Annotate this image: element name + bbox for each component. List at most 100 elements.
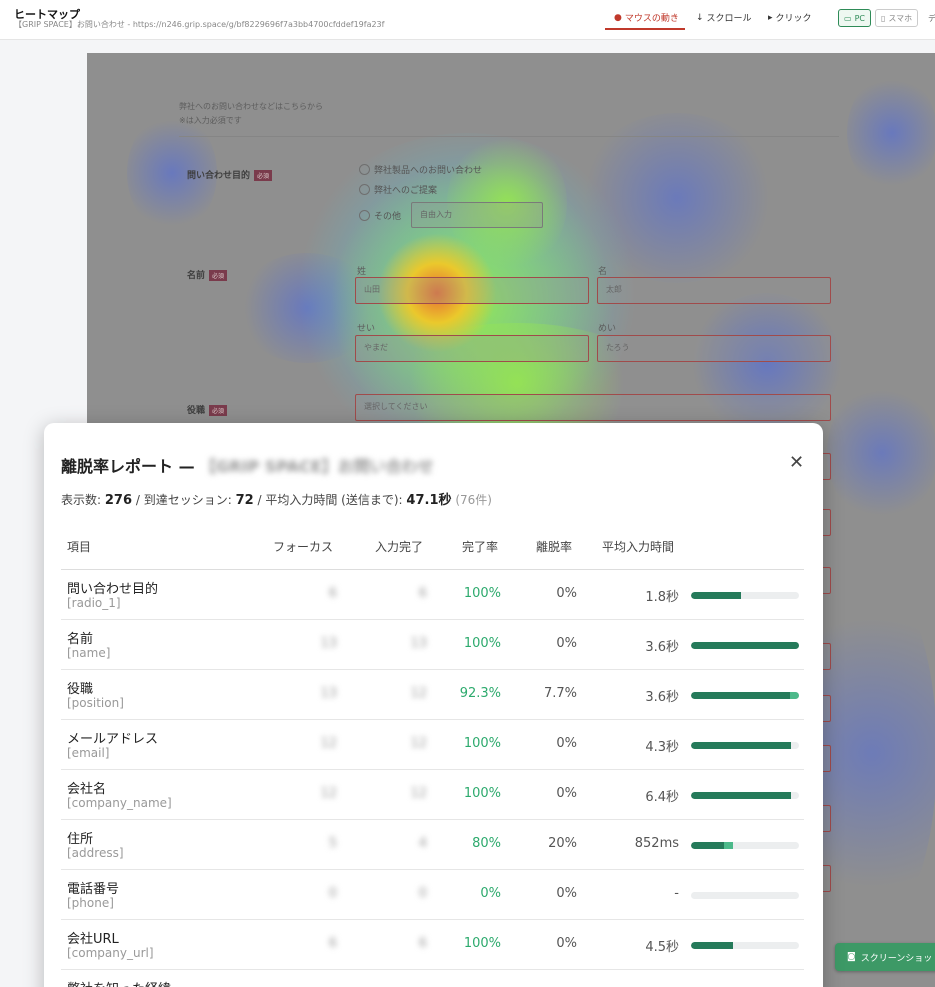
radio-other[interactable]: その他 (359, 209, 401, 222)
focus-count: 12 (320, 786, 337, 801)
position-label: 役職 必須 (187, 403, 228, 416)
time-bar-fill (691, 842, 725, 849)
avg-time: - (674, 886, 679, 901)
completion-rate: 80% (472, 836, 501, 851)
overflow-label: デ (928, 14, 935, 23)
phone-icon: ▯ (881, 13, 886, 23)
tab-mouse-movement[interactable]: ● マウスの動き (614, 11, 679, 25)
close-icon[interactable]: ✕ (789, 454, 804, 472)
divider (179, 136, 839, 137)
time-bar (691, 742, 799, 749)
field-key: [name] (67, 646, 111, 660)
avg-time: 3.6秒 (645, 690, 679, 705)
done-count: 0 (418, 886, 427, 901)
col-item: 項目 (67, 540, 92, 554)
field-name: 会社URL (67, 932, 119, 947)
form-required-note: ※は入力必須です (179, 116, 242, 125)
q-purpose-label: 問い合わせ目的 必須 (187, 168, 273, 181)
field-name: メールアドレス (67, 732, 159, 747)
radio-icon (359, 184, 370, 195)
done-count: 12 (410, 786, 427, 801)
form-intro: 弊社へのお問い合わせなどはこちらから (179, 102, 323, 111)
fire-icon: ● (614, 12, 622, 23)
col-done: 入力完了 (375, 540, 424, 554)
mei-kana-input[interactable]: たろう (597, 335, 831, 362)
monitor-icon: ▭ (844, 13, 852, 23)
table-row: 名前 [name] 13 13 100% 0% 3.6秒 (61, 620, 804, 670)
table-row: 会社名 [company_name] 12 12 100% 0% 6.4秒 (61, 770, 804, 820)
camera-icon: ◙ (847, 952, 856, 962)
sei-kana-input[interactable]: やまだ (355, 335, 589, 362)
device-smartphone-button[interactable]: ▯ スマホ (875, 9, 919, 27)
field-key: [email] (67, 746, 110, 760)
active-tab-indicator (605, 28, 685, 30)
table-row: 問い合わせ目的 [radio_1] 6 6 100% 0% 1.8秒 (61, 570, 804, 620)
avg-time: 4.5秒 (645, 940, 679, 955)
modal-title: 離脱率レポート — 【GRIP SPACE】お問い合わせ (61, 457, 434, 476)
report-table: 項目 フォーカス 入力完了 完了率 離脱率 平均入力時間 問い合わせ目的 [rad… (61, 524, 804, 987)
time-bar-fill (691, 942, 734, 949)
time-bar (691, 792, 799, 799)
other-input[interactable]: 自由入力 (411, 202, 543, 228)
position-select[interactable]: 選択してください (355, 394, 831, 421)
time-bar-fill (691, 792, 792, 799)
dropout-rate: 0% (556, 786, 577, 801)
field-key: [phone] (67, 896, 114, 910)
completion-rate: 100% (463, 636, 501, 651)
time-bar (691, 642, 799, 649)
form-name-blurred: 【GRIP SPACE】お問い合わせ (200, 457, 434, 476)
field-name: 会社名 (67, 782, 107, 797)
mei-input[interactable]: 太郎 (597, 277, 831, 304)
radio-icon (359, 164, 370, 175)
col-avg-time: 平均入力時間 (602, 540, 675, 554)
done-count: 12 (410, 686, 427, 701)
focus-count: 0 (328, 886, 337, 901)
page-url: 【GRIP SPACE】お問い合わせ - https://n246.grip.s… (14, 20, 385, 29)
field-key: [radio_1] (67, 596, 121, 610)
time-bar (691, 892, 799, 899)
time-bar-fill (691, 592, 741, 599)
avg-time: 3.6秒 (645, 640, 679, 655)
avg-time: 852ms (634, 836, 679, 851)
completion-rate: 100% (463, 736, 501, 751)
field-name: 名前 (67, 632, 94, 647)
done-count: 13 (410, 636, 427, 651)
radio-proposal[interactable]: 弊社へのご提案 (359, 183, 437, 196)
mei-kana-label: めい (598, 324, 617, 334)
completion-rate: 100% (463, 786, 501, 801)
table-row: 役職 [position] 13 12 92.3% 7.7% 3.6秒 (61, 670, 804, 720)
device-pc-button[interactable]: ▭ PC (838, 9, 871, 27)
sei-label: 姓 (357, 267, 367, 277)
done-count: 6 (418, 586, 427, 601)
radio-icon (359, 210, 370, 221)
avg-time: 6.4秒 (645, 790, 679, 805)
avg-time: 1.8秒 (645, 590, 679, 605)
dropout-report-modal: 離脱率レポート — 【GRIP SPACE】お問い合わせ ✕ 表示数: 276 … (44, 423, 823, 987)
focus-count: 12 (320, 736, 337, 751)
time-bar (691, 692, 799, 699)
tab-scroll[interactable]: ↓ スクロール (696, 11, 752, 25)
field-name: 弊社を知った経緯 (67, 978, 171, 987)
report-summary: 表示数: 276 / 到達セッション: 72 / 平均入力時間 (送信まで): … (61, 493, 492, 508)
top-bar: ヒートマップ 【GRIP SPACE】お問い合わせ - https://n246… (0, 0, 935, 40)
completion-rate: 92.3% (459, 686, 501, 701)
field-name: 住所 (67, 832, 94, 847)
radio-product-inquiry[interactable]: 弊社製品へのお問い合わせ (359, 163, 482, 176)
table-row: 会社URL [company_url] 6 6 100% 0% 4.5秒 (61, 920, 804, 970)
field-key: [company_url] (67, 946, 154, 960)
done-count: 4 (418, 836, 427, 851)
tab-click[interactable]: ▸ クリック (768, 11, 812, 25)
screenshot-button[interactable]: ◙ スクリーンショット (835, 943, 935, 971)
sei-input[interactable]: 山田 (355, 277, 589, 304)
focus-count: 6 (328, 586, 337, 601)
field-name: 問い合わせ目的 (67, 582, 159, 597)
time-bar-fill (691, 742, 792, 749)
completion-rate: 100% (463, 936, 501, 951)
field-name: 役職 (67, 682, 94, 697)
dropout-rate: 0% (556, 936, 577, 951)
completion-rate: 100% (463, 586, 501, 601)
arrow-down-icon: ↓ (696, 12, 704, 23)
table-row: 住所 [address] 5 4 80% 20% 852ms (61, 820, 804, 870)
field-name: 電話番号 (67, 882, 120, 897)
table-row: 弊社を知った経緯 (61, 970, 804, 987)
